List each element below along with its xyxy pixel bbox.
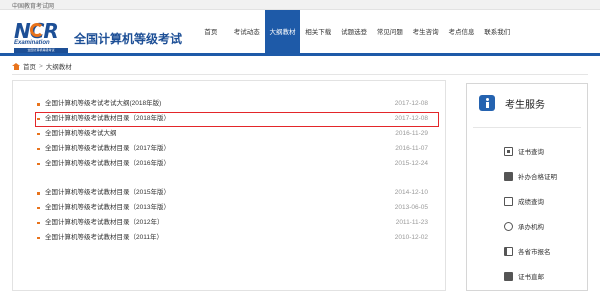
- list-item[interactable]: 全国计算机等级考试教材目录（2016年版） 2015-12-24: [37, 157, 432, 172]
- info-icon: [479, 95, 495, 111]
- list-item-date: 2013-06-05: [394, 203, 428, 211]
- services-title: 考生服务: [505, 100, 545, 111]
- nav-downloads[interactable]: 相关下载: [300, 10, 336, 56]
- mail-icon: [504, 271, 513, 281]
- list-item[interactable]: 全国计算机等级考试大纲 2016-11-29: [37, 127, 432, 142]
- service-label: 补办合格证明: [518, 174, 557, 181]
- list-item-date: 2016-11-29: [395, 129, 428, 137]
- home-icon: [12, 62, 20, 70]
- list-item-date: 2016-11-07: [395, 144, 428, 152]
- list-item-date: 2011-11-23: [395, 218, 428, 226]
- list-item-title[interactable]: 全国计算机等级考试教材目录（2016年版）: [45, 157, 170, 172]
- nav-exam-news[interactable]: 考试动态: [229, 10, 265, 56]
- bullet-icon: [37, 192, 40, 195]
- list-item-title[interactable]: 全国计算机等级考试大纲: [45, 127, 117, 142]
- nav-syllabus[interactable]: 大纲教材: [264, 10, 301, 56]
- list-item[interactable]: 全国计算机等级考试教材目录（2011年） 2010-12-02: [37, 231, 432, 246]
- bullet-icon: [37, 162, 40, 166]
- main-nav: 首页 考试动态 大纲教材 相关下载 试题选登 常见问题 考生咨询 考点信息 联系…: [193, 10, 515, 56]
- service-score-query[interactable]: 成绩查询: [504, 195, 584, 207]
- bullet-icon: [37, 206, 40, 210]
- registration-icon: [504, 246, 513, 256]
- list-item-title[interactable]: 全国计算机等级考试教材目录（2017年版）: [45, 142, 170, 157]
- article-list-group-2: 全国计算机等级考试教材目录（2015年版） 2014-12-10 全国计算机等级…: [37, 186, 432, 246]
- breadcrumb: 首页 > 大纲教材: [12, 61, 72, 71]
- breadcrumb-home[interactable]: 首页: [23, 61, 36, 71]
- nav-consult[interactable]: 考生咨询: [408, 10, 444, 56]
- certificate-reissue-icon: [504, 171, 513, 181]
- list-item[interactable]: 全国计算机等级考试教材目录（2012年） 2011-11-23: [37, 216, 432, 231]
- services-header: 考生服务: [467, 84, 587, 127]
- nav-test-centers[interactable]: 考点信息: [444, 10, 480, 56]
- institution-icon: [504, 221, 513, 231]
- service-certificate-query[interactable]: 证书查询: [504, 145, 584, 157]
- nav-home[interactable]: 首页: [193, 10, 229, 56]
- top-bar-text[interactable]: 中国教育考试网: [12, 1, 54, 10]
- logo-tagline: 全国计算机等级考试: [14, 48, 68, 53]
- service-label: 成绩查询: [518, 199, 544, 206]
- service-label: 证书查询: [518, 149, 544, 156]
- service-certificate-reissue[interactable]: 补办合格证明: [504, 170, 584, 182]
- logo-subtitle: Examination: [14, 40, 50, 46]
- list-item-date: 2014-12-10: [394, 189, 428, 196]
- list-item[interactable]: 全国计算机等级考试教材目录（2015年版） 2014-12-10: [37, 186, 432, 201]
- candidate-services-panel: 考生服务 证书查询 补办合格证明 成绩查询 承办机构 各省市报名 证书直邮: [466, 83, 588, 291]
- breadcrumb-separator: >: [39, 62, 43, 70]
- bullet-icon: [37, 236, 40, 240]
- edit-icon: [504, 196, 513, 206]
- services-divider: [473, 127, 581, 128]
- site-title: 全国计算机等级考试: [74, 32, 183, 46]
- article-list-group-1: 全国计算机等级考试考试大纲(2018年版) 2017-12-08 全国计算机等级…: [37, 97, 432, 171]
- list-item-date: 2015-12-24: [394, 159, 428, 167]
- list-item-title[interactable]: 全国计算机等级考试教材目录（2012年）: [45, 216, 163, 231]
- nav-contact[interactable]: 联系我们: [479, 10, 515, 56]
- list-item-title[interactable]: 全国计算机等级考试教材目录（2013年版）: [45, 201, 170, 216]
- breadcrumb-divider: [12, 74, 588, 75]
- logo-ring-icon: [30, 23, 44, 37]
- top-bar: 中国教育考试网: [0, 0, 600, 10]
- list-item-title[interactable]: 全国计算机等级考试教材目录（2015年版）: [45, 186, 170, 201]
- list-item[interactable]: 全国计算机等级考试教材目录（2013年版） 2013-06-05: [37, 201, 432, 216]
- bullet-icon: [37, 221, 40, 225]
- bullet-icon: [37, 132, 40, 136]
- breadcrumb-current: 大纲教材: [45, 64, 72, 71]
- selected-item-highlight: [35, 112, 439, 127]
- list-item-title[interactable]: 全国计算机等级考试考试大纲(2018年版): [45, 97, 161, 112]
- service-certificate-mail[interactable]: 证书直邮: [504, 270, 584, 282]
- article-list-panel: 全国计算机等级考试考试大纲(2018年版) 2017-12-08 全国计算机等级…: [12, 80, 446, 291]
- nav-sample-questions[interactable]: 试题选登: [336, 10, 372, 56]
- bullet-icon: [37, 103, 40, 106]
- list-item-title[interactable]: 全国计算机等级考试教材目录（2011年）: [45, 231, 163, 246]
- nav-faq[interactable]: 常见问题: [372, 10, 408, 56]
- list-item[interactable]: 全国计算机等级考试教材目录（2017年版） 2016-11-07: [37, 142, 432, 157]
- service-label: 承办机构: [518, 224, 544, 231]
- service-label: 各省市报名: [518, 249, 551, 256]
- list-item-date: 2010-12-02: [394, 233, 428, 241]
- list-item-date: 2017-12-08: [394, 100, 428, 107]
- service-registration[interactable]: 各省市报名: [504, 245, 584, 257]
- bullet-icon: [37, 147, 40, 151]
- certificate-icon: [504, 146, 513, 156]
- service-label: 证书直邮: [518, 274, 544, 281]
- list-item[interactable]: 全国计算机等级考试考试大纲(2018年版) 2017-12-08: [37, 97, 432, 112]
- site-logo[interactable]: NCR Examination 全国计算机等级考试: [12, 19, 70, 55]
- service-institutions[interactable]: 承办机构: [504, 220, 584, 232]
